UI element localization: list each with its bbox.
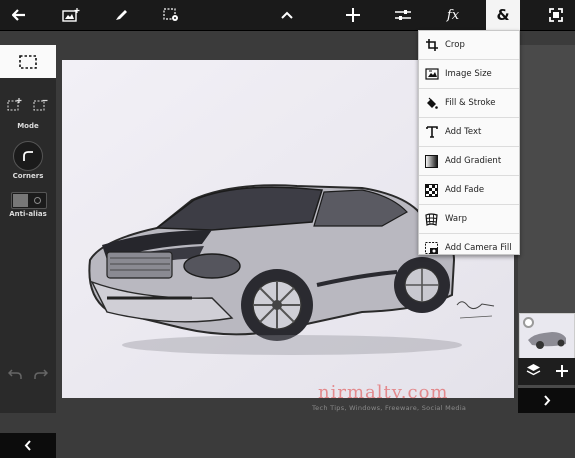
toggle-knob — [13, 194, 28, 207]
watermark-tagline: Tech Tips, Windows, Freeware, Social Med… — [312, 404, 467, 412]
adjustments-icon[interactable] — [384, 0, 422, 30]
move-icon[interactable] — [334, 0, 372, 30]
menu-item-add-text[interactable]: Add Text — [419, 118, 519, 147]
layer-actions — [518, 358, 575, 385]
menu-item-warp[interactable]: Warp — [419, 205, 519, 234]
chevron-left-icon — [24, 440, 31, 451]
fade-icon — [424, 183, 439, 198]
menu-item-label: Add Text — [445, 127, 482, 137]
text-icon — [424, 125, 439, 140]
watermark-logo: nirmaltv.com — [318, 382, 449, 403]
layer-selected-indicator — [523, 317, 534, 328]
menu-item-label: Add Gradient — [445, 156, 502, 166]
right-panel-collapse-button[interactable] — [518, 388, 575, 413]
layers-icon[interactable] — [526, 362, 541, 381]
layer-thumbnail[interactable] — [519, 313, 575, 359]
menu-item-label: Add Fade — [445, 185, 485, 195]
mode-add-icon[interactable] — [7, 96, 22, 115]
rounded-corner-icon — [23, 151, 33, 161]
toggle-indicator — [34, 197, 41, 204]
menu-item-fill-stroke[interactable]: Fill & Stroke — [419, 89, 519, 118]
mode-subtract-icon[interactable] — [33, 96, 48, 115]
camera-fill-icon — [424, 241, 439, 256]
crop-icon — [424, 38, 439, 53]
menu-item-add-fade[interactable]: Add Fade — [419, 176, 519, 205]
gradient-icon — [424, 154, 439, 169]
top-toolbar: fx & — [0, 0, 575, 31]
fx-icon[interactable]: fx — [434, 0, 472, 30]
ampersand-icon[interactable]: & — [486, 0, 520, 30]
brush-icon[interactable] — [102, 0, 140, 30]
menu-item-add-camera-fill[interactable]: Add Camera Fill — [419, 234, 519, 262]
marquee-icon — [19, 54, 37, 69]
edit-dropdown-menu: Crop Image Size Fill & Stroke Add Text A… — [418, 30, 520, 255]
add-image-icon[interactable] — [52, 0, 90, 30]
corners-label: Corners — [12, 172, 44, 180]
menu-item-crop[interactable]: Crop — [419, 31, 519, 60]
menu-item-label: Warp — [445, 214, 467, 224]
fit-screen-icon[interactable] — [537, 0, 575, 30]
chevron-right-icon — [543, 395, 550, 406]
undo-icon[interactable] — [7, 365, 22, 384]
fill-bucket-icon — [424, 96, 439, 111]
left-panel-collapse-button[interactable] — [0, 433, 56, 458]
corners-button[interactable] — [13, 141, 43, 171]
selection-settings-icon[interactable] — [152, 0, 190, 30]
menu-item-label: Image Size — [445, 69, 492, 79]
mode-label: Mode — [17, 122, 39, 130]
warp-icon — [424, 212, 439, 227]
redo-icon[interactable] — [34, 365, 49, 384]
menu-item-image-size[interactable]: Image Size — [419, 60, 519, 89]
rectangle-select-tool[interactable] — [0, 45, 56, 78]
antialias-toggle[interactable] — [11, 192, 47, 209]
menu-item-label: Add Camera Fill — [445, 243, 512, 253]
back-arrow-icon[interactable] — [0, 0, 38, 30]
layers-panel — [518, 45, 575, 413]
menu-item-label: Crop — [445, 40, 465, 50]
menu-item-add-gradient[interactable]: Add Gradient — [419, 147, 519, 176]
menu-item-label: Fill & Stroke — [445, 98, 496, 108]
antialias-label: Anti-alias — [9, 210, 47, 218]
image-size-icon — [424, 67, 439, 82]
collapse-icon[interactable] — [268, 0, 306, 30]
tool-options-panel: Mode Corners Anti-alias — [0, 45, 56, 458]
add-layer-icon[interactable] — [555, 362, 568, 381]
